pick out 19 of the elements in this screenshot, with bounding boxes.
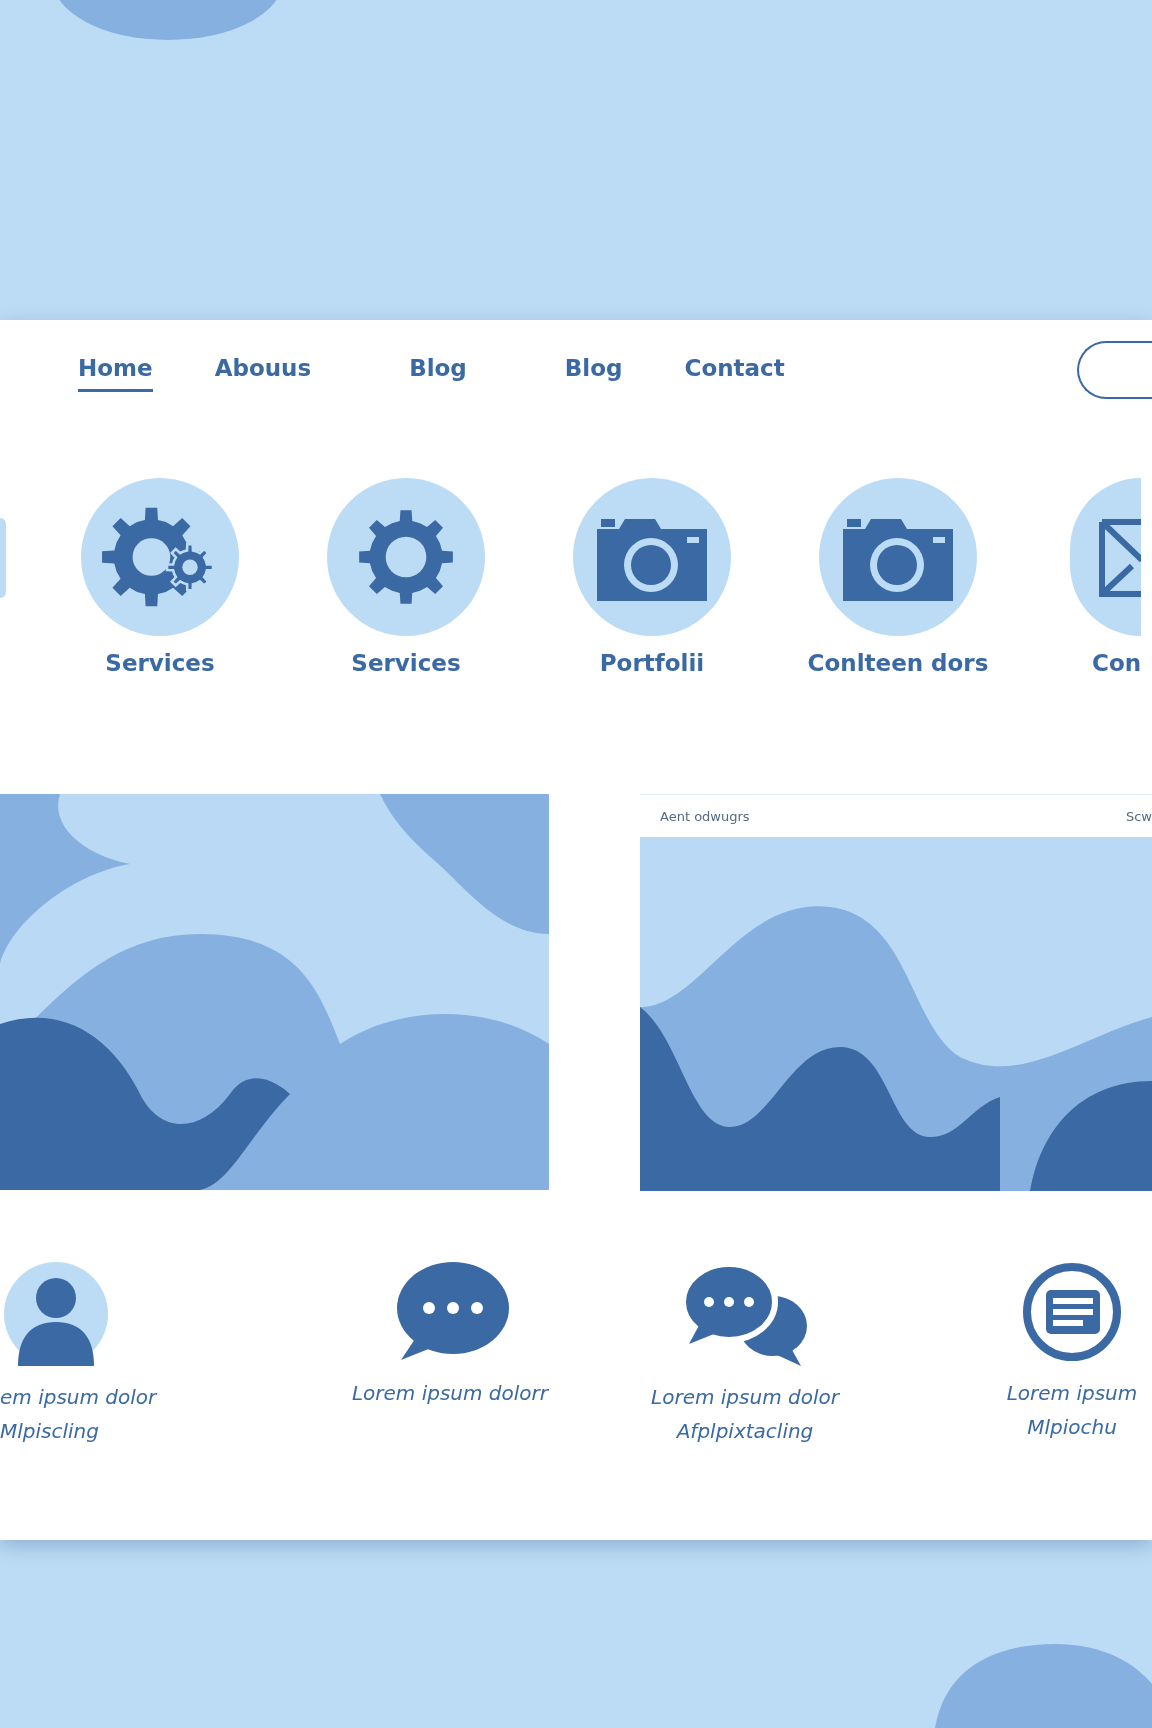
person-icon bbox=[2, 1262, 110, 1366]
document-icon bbox=[1022, 1262, 1122, 1362]
card-link[interactable]: Scw bbox=[1125, 808, 1152, 824]
nav-link[interactable]: Contact bbox=[684, 348, 785, 392]
pill-button[interactable] bbox=[1077, 341, 1152, 399]
feature-caption: Lorem ipsum dolorr bbox=[351, 1380, 549, 1407]
nav-link[interactable]: Abouus bbox=[214, 348, 312, 392]
feature-caption: Lorem ipsum Mlpiochu bbox=[1006, 1380, 1138, 1441]
feature-caption: Lorem ipsum dolor Afplpixtacling bbox=[651, 1384, 839, 1445]
card-title: Aent odwugrs bbox=[660, 808, 750, 824]
nav-link[interactable]: Home bbox=[78, 348, 153, 392]
feature-label[interactable]: Services bbox=[105, 650, 215, 676]
nav-link[interactable]: Blog bbox=[564, 348, 623, 392]
feature-label[interactable]: Conlteen dors bbox=[807, 650, 989, 676]
feature-label[interactable]: Portfolii bbox=[599, 650, 705, 676]
feature-label[interactable]: Con bbox=[1070, 650, 1142, 676]
nav-link[interactable]: Blog bbox=[409, 348, 467, 392]
feature-label[interactable]: Services bbox=[351, 650, 461, 676]
feature-caption: em ipsum dolor Mlpiscling bbox=[0, 1384, 157, 1445]
